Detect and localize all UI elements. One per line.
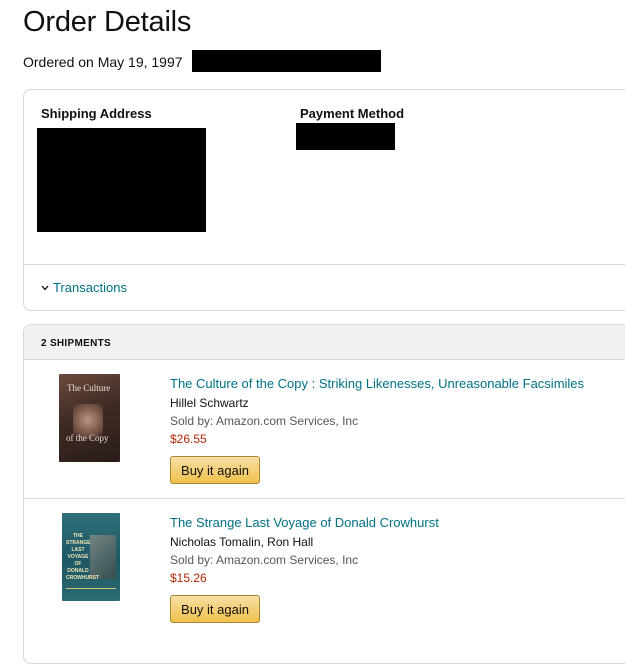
ordered-date: Ordered on May 19, 1997 xyxy=(23,54,183,70)
shipments-count: 2 SHIPMENTS xyxy=(41,338,111,349)
cover-title-bottom: of the Copy xyxy=(66,433,109,443)
item-author: Hillel Schwartz xyxy=(170,396,249,410)
cover-title: THE STRANGE LAST VOYAGE OF DONALD CROWHU… xyxy=(66,533,100,581)
order-summary-box: Shipping Address Payment Method Transact… xyxy=(23,89,625,311)
summary-divider xyxy=(24,264,625,265)
payment-method-label: Payment Method xyxy=(300,106,405,121)
redacted-shipping-address xyxy=(37,128,206,232)
item-author: Nicholas Tomalin, Ron Hall xyxy=(170,535,314,549)
redacted-order-number xyxy=(192,50,381,72)
item-seller: Sold by: Amazon.com Services, Inc xyxy=(170,553,359,567)
cover-artwork xyxy=(90,535,116,579)
order-meta-row: Ordered on May 19, 1997 xyxy=(23,52,196,72)
shipping-address-label: Shipping Address xyxy=(41,106,152,121)
item-title-link[interactable]: The Strange Last Voyage of Donald Crowhu… xyxy=(170,515,439,530)
item-title-link[interactable]: The Culture of the Copy : Striking Liken… xyxy=(170,376,584,391)
book-cover-culture-of-the-copy[interactable]: The Culture of the Copy xyxy=(59,374,120,462)
item-price: $15.26 xyxy=(170,571,207,585)
redacted-payment-method xyxy=(296,123,395,150)
chevron-down-icon xyxy=(41,285,49,290)
shipments-header: 2 SHIPMENTS xyxy=(24,325,625,360)
transactions-label: Transactions xyxy=(53,280,127,295)
buy-it-again-button[interactable]: Buy it again xyxy=(170,595,260,623)
cover-title-top: The Culture xyxy=(67,383,111,393)
shipments-box: 2 SHIPMENTS The Culture of the Copy The … xyxy=(23,324,625,664)
item-divider xyxy=(24,498,625,499)
cover-rule xyxy=(66,588,116,589)
item-seller: Sold by: Amazon.com Services, Inc xyxy=(170,414,359,428)
page-title: Order Details xyxy=(23,6,192,38)
item-price: $26.55 xyxy=(170,432,207,446)
transactions-toggle[interactable]: Transactions xyxy=(41,280,127,295)
buy-it-again-button[interactable]: Buy it again xyxy=(170,456,260,484)
book-cover-donald-crowhurst[interactable]: THE STRANGE LAST VOYAGE OF DONALD CROWHU… xyxy=(62,513,120,601)
